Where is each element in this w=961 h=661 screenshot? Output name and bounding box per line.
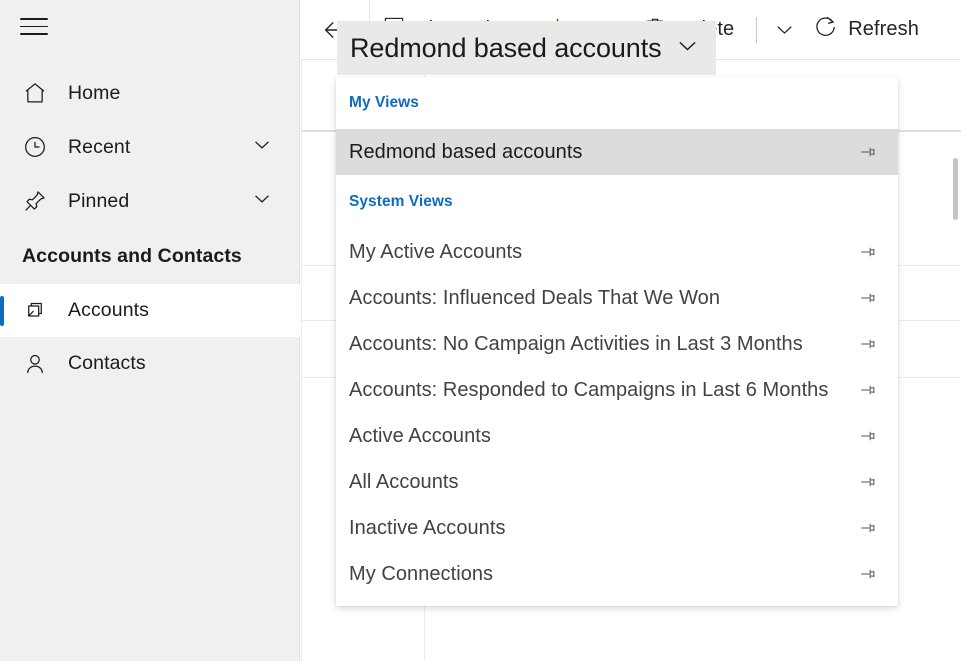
sidebar-nav-list: Home Recent Pinned Accounts and Contacts…: [0, 66, 300, 390]
grid-vertical-scrollbar[interactable]: [953, 60, 960, 661]
sidebar-item-label: Contacts: [68, 352, 146, 374]
flyout-item-active-accounts[interactable]: Active Accounts: [336, 413, 898, 459]
flyout-item-label: Accounts: Responded to Campaigns in Last…: [349, 378, 829, 401]
chevron-down-icon: [674, 32, 701, 64]
pin-icon[interactable]: [856, 564, 877, 585]
refresh-button[interactable]: Refresh: [801, 0, 931, 59]
flyout-item-label: Redmond based accounts: [349, 140, 583, 163]
chevron-down-icon[interactable]: [250, 133, 274, 162]
pin-icon: [22, 188, 56, 214]
sidebar-item-home[interactable]: Home: [0, 66, 300, 120]
accounts-icon: [22, 298, 56, 324]
flyout-item-label: My Active Accounts: [349, 240, 523, 263]
flyout-item-my-active-accounts[interactable]: My Active Accounts: [336, 229, 898, 275]
sidebar-item-label: Home: [68, 81, 121, 104]
pin-icon[interactable]: [856, 380, 877, 401]
sidebar-item-recent[interactable]: Recent: [0, 120, 300, 174]
app-root: Home Recent Pinned Accounts and Contacts…: [0, 0, 961, 661]
flyout-item-label: Accounts: Influenced Deals That We Won: [349, 286, 720, 309]
grid-scrollbar-thumb[interactable]: [953, 158, 958, 220]
flyout-item-label: Accounts: No Campaign Activities in Last…: [349, 332, 803, 355]
flyout-item-redmond-based-accounts[interactable]: Redmond based accounts: [336, 129, 898, 175]
clock-icon: [22, 134, 56, 160]
chevron-down-icon[interactable]: [250, 187, 274, 216]
sidebar-item-accounts[interactable]: Accounts: [0, 284, 300, 337]
home-icon: [22, 80, 56, 106]
view-selector-flyout: My Views Redmond based accounts System V…: [336, 77, 898, 606]
sidebar: Home Recent Pinned Accounts and Contacts…: [0, 0, 300, 661]
flyout-item-label: Active Accounts: [349, 424, 491, 447]
flyout-item-accounts-no-campaign-activities-in-last-3-months[interactable]: Accounts: No Campaign Activities in Last…: [336, 321, 898, 367]
pin-icon[interactable]: [856, 426, 877, 447]
pin-icon[interactable]: [856, 334, 877, 355]
view-selector-button[interactable]: Redmond based accounts: [337, 21, 716, 75]
sidebar-section-title: Accounts and Contacts: [22, 244, 242, 267]
sidebar-item-contacts[interactable]: Contacts: [0, 337, 300, 390]
flyout-item-inactive-accounts[interactable]: Inactive Accounts: [336, 505, 898, 551]
flyout-item-label: Inactive Accounts: [349, 516, 506, 539]
main-content: Show Chart New: [301, 0, 961, 661]
refresh-icon: [813, 14, 839, 45]
pin-icon[interactable]: [856, 518, 877, 539]
flyout-item-accounts-responded-to-campaigns-in-last-6-months[interactable]: Accounts: Responded to Campaigns in Last…: [336, 367, 898, 413]
contact-person-icon: [22, 351, 56, 377]
flyout-item-all-accounts[interactable]: All Accounts: [336, 459, 898, 505]
sidebar-item-label: Recent: [68, 135, 131, 158]
pin-icon[interactable]: [856, 472, 877, 493]
pin-icon[interactable]: [856, 142, 877, 163]
flyout-item-accounts-influenced-deals-that-we-won[interactable]: Accounts: Influenced Deals That We Won: [336, 275, 898, 321]
sidebar-item-pinned[interactable]: Pinned: [0, 174, 300, 228]
sidebar-item-label: Pinned: [68, 189, 130, 212]
toolbar-divider: [756, 16, 758, 43]
hamburger-icon[interactable]: [20, 18, 50, 38]
sidebar-item-label: Accounts: [68, 299, 150, 321]
refresh-label: Refresh: [848, 18, 919, 40]
flyout-item-label: All Accounts: [349, 470, 459, 493]
pin-icon[interactable]: [856, 288, 877, 309]
view-selector-label: Redmond based accounts: [350, 32, 662, 63]
flyout-group-header-my-views: My Views: [349, 94, 419, 111]
overflow-chevron-down-icon[interactable]: [767, 0, 801, 59]
flyout-group-header-system-views: System Views: [349, 193, 453, 210]
pin-icon[interactable]: [856, 242, 877, 263]
flyout-item-my-connections[interactable]: My Connections: [336, 551, 898, 597]
flyout-item-label: My Connections: [349, 562, 494, 585]
